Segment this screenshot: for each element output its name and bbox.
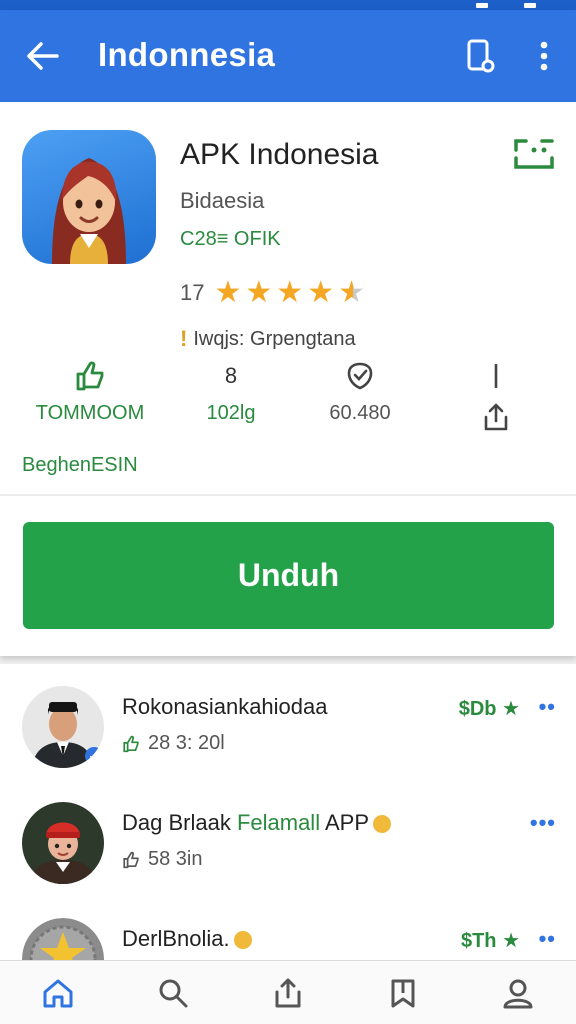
bookmark-icon[interactable] (373, 963, 433, 1023)
name-highlight: Felamall (236, 810, 321, 835)
related-apps-list: Rokonasiankahiodaa 28 3: 20l $Db ★ •• Da… (0, 664, 576, 960)
stat-value: 102lg (206, 402, 256, 424)
list-item-price: $Th ★ (460, 930, 520, 952)
app-size: C28≡ OFIK (180, 228, 281, 250)
list-item-meta: 58 3in (148, 848, 203, 870)
more-horiz-icon[interactable]: •• (539, 694, 556, 720)
developer-link[interactable]: BeghenESIN (22, 454, 138, 477)
stat-count[interactable]: 8 102lg (176, 358, 286, 425)
status-icon (524, 2, 536, 8)
app-info-card: APK Indonesia Bidaesia C28≡ OFIK 17 ★ ★ … (0, 102, 576, 494)
app-icon[interactable] (22, 130, 156, 264)
search-icon[interactable] (143, 963, 203, 1023)
shield-check-icon (300, 358, 420, 394)
device-icon[interactable] (460, 36, 500, 76)
list-item[interactable]: DerlBnolia. $Th ★ •• (0, 896, 576, 960)
stat-value: 60.480 (329, 402, 391, 424)
name-tail: APP (320, 810, 370, 835)
rating: 17 ★ ★ ★ ★ ★ (180, 278, 369, 308)
divider-line (466, 358, 526, 394)
download-button[interactable]: Unduh (23, 522, 554, 629)
status-bar (0, 0, 576, 10)
list-item[interactable]: Dag Brlaak Felamall APP 58 3in ••• (0, 780, 576, 896)
list-item-price: $Db ★ (458, 698, 520, 720)
page-title: Indonnesia (98, 36, 276, 73)
download-section: Unduh (0, 496, 576, 656)
half-star-icon: ★ (338, 276, 366, 309)
app-name: APK Indonesia (180, 138, 379, 171)
list-item[interactable]: Rokonasiankahiodaa 28 3: 20l $Db ★ •• (0, 664, 576, 780)
verified-badge-icon (233, 931, 252, 950)
developer-name[interactable]: Bidaesia (180, 188, 264, 214)
list-item-meta: 28 3: 20l (148, 732, 225, 754)
profile-icon[interactable] (488, 963, 548, 1023)
list-item-sub: 58 3in (122, 848, 203, 871)
thumb-up-icon (123, 851, 139, 868)
verified-badge-icon (373, 815, 392, 834)
name-main: DerlBnolia. (122, 926, 230, 951)
list-item-name: Dag Brlaak Felamall APP (122, 810, 392, 836)
install-status-icon[interactable] (512, 136, 556, 172)
status-icon (476, 2, 488, 8)
thumb-up-icon (20, 358, 160, 394)
coin-avatar (22, 918, 104, 960)
star-icon: ★ (276, 276, 304, 309)
more-horiz-icon[interactable]: •• (539, 926, 556, 952)
stat-value: TOMMOOM (35, 402, 145, 424)
more-vert-icon[interactable] (528, 36, 560, 76)
share-icon[interactable] (466, 402, 526, 438)
stat-likes[interactable]: TOMMOOM (20, 358, 160, 425)
list-item-sub: 28 3: 20l (122, 732, 225, 755)
star-icon: ★ (307, 276, 335, 309)
list-item-name: Rokonasiankahiodaa (122, 694, 328, 719)
person-red-hat-avatar (22, 802, 104, 884)
name-main: Dag Brlaak (122, 810, 237, 835)
info-mark-icon: ! (180, 326, 188, 351)
person-suit-avatar (22, 686, 104, 768)
star-icon: ★ (214, 276, 242, 309)
count-top: 8 (224, 363, 238, 388)
stat-share[interactable] (466, 358, 526, 438)
home-icon[interactable] (28, 963, 88, 1023)
more-horiz-icon[interactable]: ••• (530, 810, 556, 836)
app-bar: Indonnesia (0, 10, 576, 102)
star-icon: ★ (245, 276, 273, 309)
bottom-nav (0, 960, 576, 1024)
stat-verified[interactable]: 60.480 (300, 358, 420, 425)
share-icon[interactable] (258, 963, 318, 1023)
rating-count: 17 (180, 280, 205, 305)
arrow-left-icon[interactable] (22, 36, 62, 76)
language-text: Iwqjs: Grpengtana (193, 327, 356, 350)
thumb-up-icon (123, 735, 139, 752)
list-item-name: DerlBnolia. (122, 926, 252, 952)
language-info: ! Iwqjs: Grpengtana (180, 326, 356, 352)
